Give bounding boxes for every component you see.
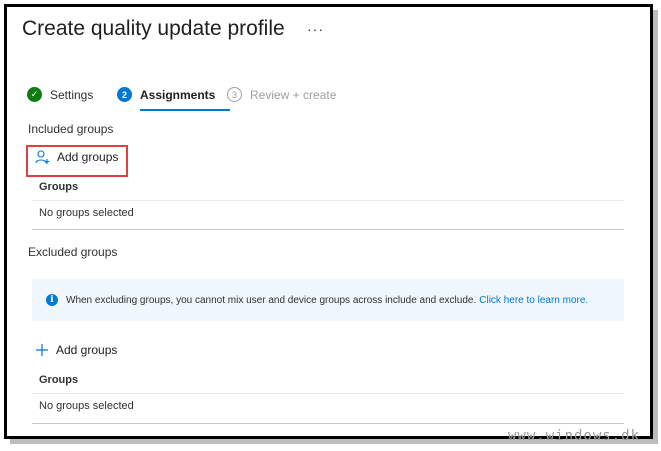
- divider: [32, 200, 624, 201]
- divider: [32, 423, 624, 424]
- learn-more-link[interactable]: Click here to learn more.: [479, 295, 588, 306]
- add-excluded-groups-button[interactable]: Add groups: [35, 343, 117, 357]
- step-settings[interactable]: ✓ Settings: [27, 87, 93, 102]
- add-groups-label: Add groups: [56, 343, 118, 357]
- step-assignments-label: Assignments: [140, 87, 216, 102]
- divider: [32, 393, 624, 394]
- checkmark-icon: ✓: [27, 87, 42, 102]
- excluded-groups-label: Excluded groups: [28, 245, 118, 259]
- excluded-groups-column-header: Groups: [39, 374, 79, 386]
- wizard-steps: ✓ Settings 2 Assignments 3 Review + crea…: [27, 87, 347, 111]
- excluded-empty-row: No groups selected: [39, 400, 134, 412]
- step-assignments[interactable]: 2 Assignments: [117, 87, 215, 102]
- step-review-create[interactable]: 3 Review + create: [227, 87, 336, 102]
- screenshot-frame: Create quality update profile ··· ✓ Sett…: [4, 4, 653, 439]
- info-text: When excluding groups, you cannot mix us…: [66, 294, 477, 306]
- watermark: www.windows.dk: [508, 428, 641, 444]
- step-settings-label: Settings: [50, 87, 94, 102]
- active-step-underline: [140, 109, 230, 111]
- add-person-icon: [35, 150, 50, 164]
- included-empty-row: No groups selected: [39, 207, 134, 219]
- plus-icon: [36, 344, 48, 356]
- divider: [32, 229, 624, 230]
- step-review-label: Review + create: [250, 87, 337, 102]
- step-number-icon: 2: [117, 87, 132, 102]
- included-groups-label: Included groups: [28, 122, 114, 136]
- info-banner: i When excluding groups, you cannot mix …: [32, 279, 624, 321]
- included-groups-column-header: Groups: [39, 181, 79, 193]
- frame-shadow-right: [653, 10, 658, 442]
- step-number-icon: 3: [227, 87, 242, 102]
- more-options-button[interactable]: ···: [307, 21, 324, 37]
- add-groups-label: Add groups: [57, 150, 119, 164]
- page-title: Create quality update profile: [22, 17, 285, 40]
- info-icon: i: [46, 294, 58, 306]
- add-included-groups-button[interactable]: Add groups: [34, 149, 118, 165]
